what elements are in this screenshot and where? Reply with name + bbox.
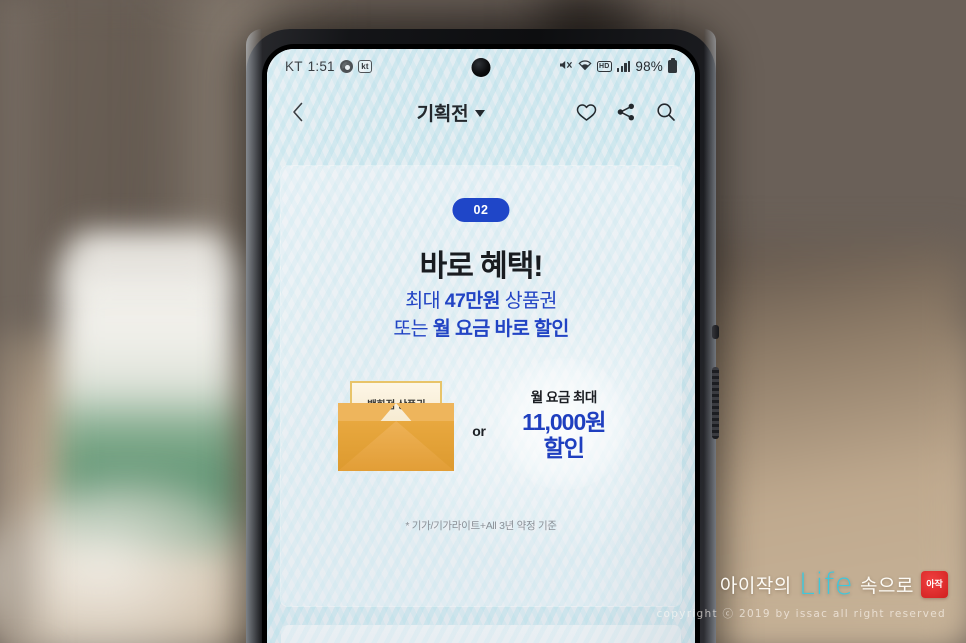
subtitle-2-emphasis: 월 요금 바로 할인 [432, 317, 569, 340]
or-separator-label: or [472, 423, 486, 439]
background-bottle-cap [72, 232, 227, 284]
chrome-icon [339, 59, 353, 73]
back-button[interactable] [283, 97, 313, 127]
watermark-korean-suffix: 속으로 [860, 574, 914, 597]
promo-subtitle-block: 최대 47만원 상품권 또는 월 요금 바로 할인 [281, 288, 681, 343]
heart-icon[interactable] [573, 99, 599, 125]
signal-bars-icon [617, 60, 631, 72]
wifi-icon [577, 59, 592, 74]
background-edge-shadow [0, 0, 60, 643]
battery-percent-label: 98% [635, 58, 663, 74]
page-title-dropdown[interactable]: 기획전 [329, 99, 573, 126]
blog-watermark: 아이작의 Life 속으로 아작 [720, 567, 948, 601]
front-camera-punch-hole [471, 58, 491, 77]
subtitle-1-amount: 47만원 [444, 290, 501, 312]
nav-action-group [573, 99, 679, 125]
promo-card-step-02[interactable]: 02 바로 혜택! 최대 47만원 상품권 또는 월 요금 바로 할인 백화점 … [281, 166, 681, 606]
copyright-notice: copyright ⓒ 2019 by issac all right rese… [656, 608, 946, 620]
subtitle-1-suffix: 상품권 [499, 290, 558, 312]
subtitle-2-prefix: 또는 [393, 317, 433, 340]
hd-icon: HD [596, 60, 613, 72]
status-bar-right: HD 98% [559, 57, 677, 74]
watermark-seal-stamp: 아작 [921, 570, 948, 598]
promo-card-step-03[interactable]: 03 [281, 625, 681, 643]
promo-footnote: * 기가/기가라이트+All 3년 약정 기준 [405, 520, 557, 532]
phone-left-edge-glare [246, 29, 262, 643]
watermark-life-word: Life [798, 567, 854, 601]
subtitle-1-prefix: 최대 [405, 290, 445, 312]
promo-graphic-row: 백화점 상품권 or 월 요금 최대 11,000원 할인 [281, 358, 681, 490]
step-badge: 02 [452, 198, 510, 222]
watermark-korean-prefix: 아이작의 [719, 574, 792, 597]
circle-discount-word: 할인 [543, 435, 585, 461]
kt-badge-icon: kt [357, 59, 373, 73]
promo-scroll-area[interactable]: 02 바로 혜택! 최대 47만원 상품권 또는 월 요금 바로 할인 백화점 … [267, 141, 695, 643]
app-navigation-bar: 기획전 [267, 83, 695, 141]
battery-icon [668, 57, 677, 73]
mute-icon [559, 59, 573, 74]
promo-subtitle-line-2: 또는 월 요금 바로 할인 [281, 316, 681, 344]
carrier-label: KT [285, 58, 303, 74]
promo-subtitle-line-1: 최대 47만원 상품권 [281, 288, 681, 316]
circle-amount: 11,000원 [522, 409, 606, 436]
caret-down-icon [475, 110, 486, 117]
phone-screen: KT 1:51 kt HD 98% 기획전 02 바로 혜택! 최대 47만원 … [267, 49, 695, 643]
status-bar-left: KT 1:51 kt [285, 58, 373, 74]
search-icon[interactable] [653, 99, 679, 125]
page-title: 기획전 [416, 103, 469, 125]
phone-power-button[interactable] [712, 325, 719, 339]
clock-label: 1:51 [307, 58, 335, 74]
phone-volume-button[interactable] [712, 367, 719, 439]
smartphone-device: KT 1:51 kt HD 98% 기획전 02 바로 혜택! 최대 47만원 … [246, 29, 719, 643]
promo-headline: 바로 혜택! [419, 250, 544, 283]
envelope-illustration: 백화점 상품권 [332, 375, 460, 473]
circle-caption: 월 요금 최대 [530, 390, 598, 406]
share-icon[interactable] [613, 99, 639, 125]
monthly-discount-circle: 월 요금 최대 11,000원 할인 [497, 358, 630, 490]
